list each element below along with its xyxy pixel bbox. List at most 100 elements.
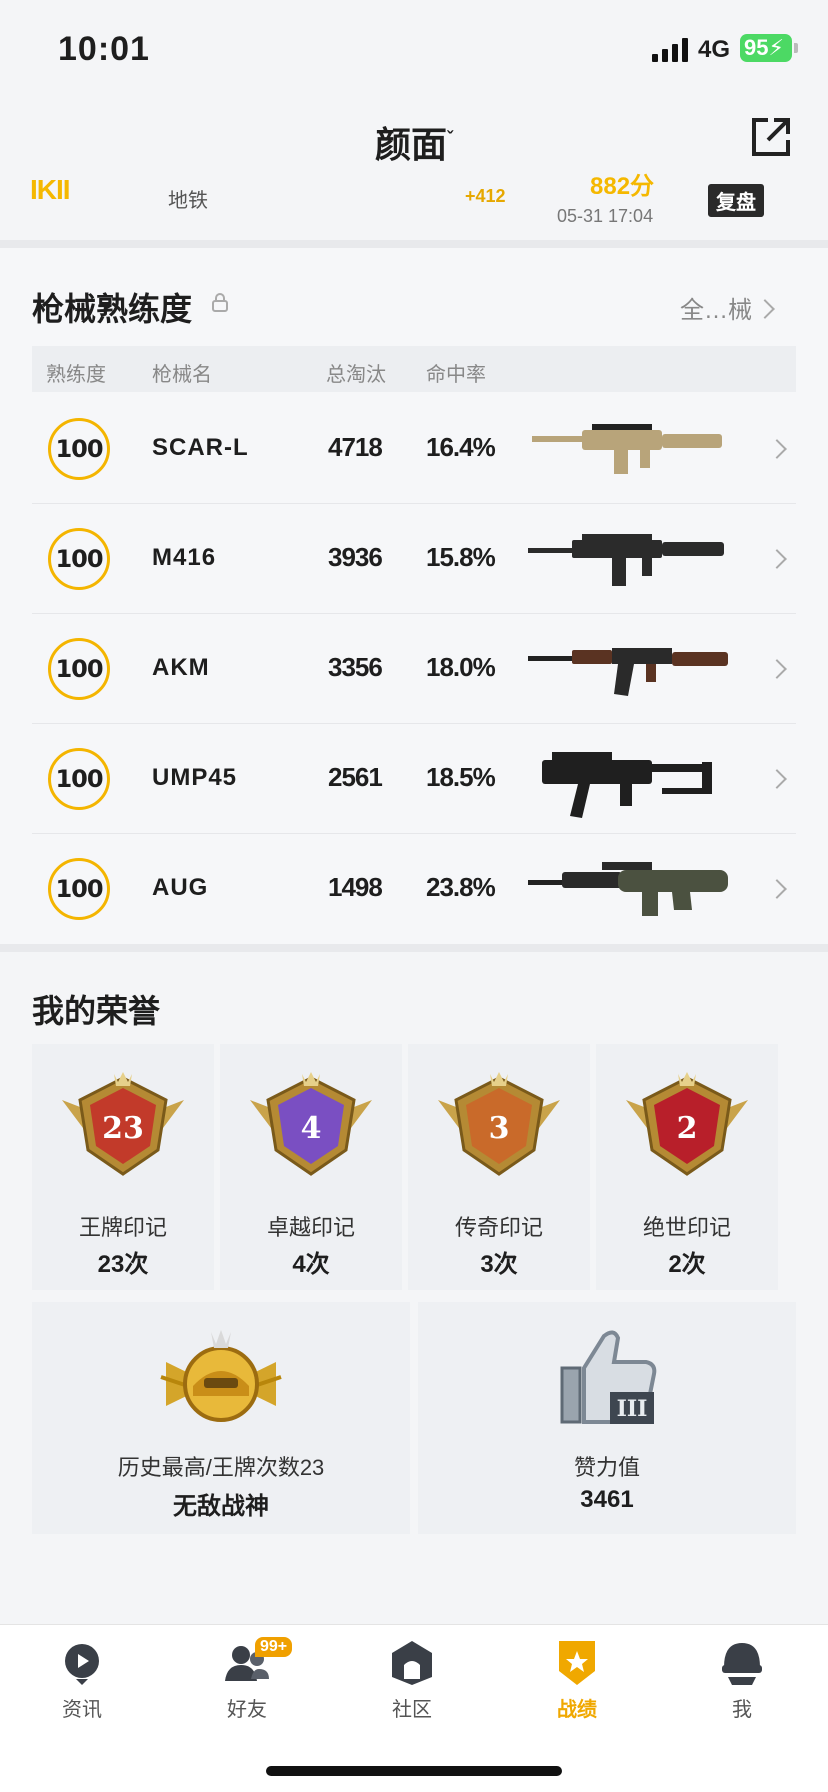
honor-card[interactable]: 2 绝世印记 2次 [596, 1044, 778, 1290]
weapon-accuracy: 15.8% [426, 542, 496, 572]
section-divider [0, 944, 828, 952]
lock-icon [212, 293, 228, 312]
section-title: 我的荣誉 [32, 993, 161, 1029]
honor-label: 王牌印记 [78, 1215, 167, 1240]
col-name: 枪械名 [152, 364, 212, 386]
weapon-image-icon [528, 534, 724, 586]
likes-value: 3461 [580, 1486, 634, 1513]
honor-emblem-icon: 3 [438, 1072, 560, 1176]
mastery-level-badge: 100 [48, 858, 110, 920]
battery-icon: 95⚡ [740, 34, 792, 62]
tab-records[interactable]: 战绩 [517, 1639, 637, 1729]
honor-card[interactable]: 3 传奇印记 3次 [408, 1044, 590, 1290]
weapon-accuracy: 23.8% [426, 872, 496, 902]
tab-community[interactable]: 社区 [352, 1639, 472, 1729]
match-map: 地铁 [168, 190, 208, 212]
best-record-value: 无敌战神 [173, 1493, 269, 1520]
chevron-right-icon[interactable] [767, 439, 787, 459]
weapon-name: AKM [152, 654, 210, 681]
chevron-right-icon[interactable] [755, 299, 775, 319]
weapon-list: 100 SCAR-L 4718 16.4% 100 M416 3936 15.8% 100 AKM… [0, 394, 828, 944]
honor-emblem-number: 23 [102, 1111, 144, 1146]
weapon-kills: 2561 [328, 762, 383, 792]
weapon-name: SCAR-L [152, 434, 249, 461]
best-record-card[interactable]: 历史最高/王牌次数23 无敌战神 [32, 1302, 410, 1534]
tab-friends[interactable]: 99+ 好友 [187, 1637, 307, 1729]
weapon-kills: 4718 [328, 432, 383, 462]
honor-label: 传奇印记 [454, 1215, 543, 1240]
chevron-right-icon[interactable] [767, 879, 787, 899]
honor-emblem-icon: 2 [626, 1072, 748, 1176]
tab-news[interactable]: 资讯 [22, 1639, 142, 1729]
weapon-row[interactable]: 100 SCAR-L 4718 16.4% [32, 394, 796, 504]
battery-level: 95 [744, 35, 769, 60]
weapon-row[interactable]: 100 UMP45 2561 18.5% [32, 724, 796, 834]
friends-badge: 99+ [255, 1637, 293, 1657]
honor-count: 23次 [97, 1251, 149, 1278]
weapon-row[interactable]: 100 AKM 3356 18.0% [32, 614, 796, 724]
all-weapons-link[interactable]: 全…械 [680, 290, 752, 325]
ace-helmet-emblem-icon [160, 1330, 282, 1422]
tab-label: 资讯 [62, 1699, 102, 1721]
chevron-right-icon[interactable] [767, 659, 787, 679]
news-icon [65, 1644, 99, 1685]
recent-match-row[interactable]: IKII 地铁 +412 882分 05-31 17:04 复盘 [0, 170, 828, 240]
replay-button[interactable]: 复盘 [708, 184, 764, 217]
weapon-accuracy: 16.4% [426, 432, 496, 462]
record-icon [559, 1641, 595, 1685]
match-score-delta: +412 [465, 186, 506, 206]
col-accuracy: 命中率 [426, 364, 486, 386]
honor-label: 绝世印记 [642, 1215, 731, 1240]
home-indicator [266, 1766, 562, 1776]
weapon-image-icon [532, 424, 722, 474]
honor-card[interactable]: 23 王牌印记 23次 [32, 1044, 214, 1290]
honor-emblem-number: 4 [301, 1111, 322, 1146]
weapon-name: M416 [152, 544, 217, 571]
honor-count: 3次 [480, 1251, 518, 1278]
tab-profile[interactable]: 我 [682, 1639, 802, 1729]
honor-emblem-number: 3 [489, 1111, 510, 1146]
honor-card[interactable]: 4 卓越印记 4次 [220, 1044, 402, 1290]
status-bar: 10:01 4G 95⚡ [0, 0, 828, 96]
match-rating: 882分 [590, 173, 655, 200]
likes-label: 赞力值 [573, 1455, 640, 1480]
weapon-row[interactable]: 100 M416 3936 15.8% [32, 504, 796, 614]
tab-label: 社区 [392, 1699, 432, 1721]
share-external-icon[interactable] [748, 114, 794, 160]
honor-label: 卓越印记 [266, 1215, 355, 1240]
weapon-accuracy: 18.0% [426, 652, 496, 682]
honor-emblem-number: 2 [677, 1111, 698, 1146]
thumbs-up-icon: III [560, 1330, 657, 1424]
likes-card[interactable]: III 赞力值 3461 [418, 1302, 796, 1534]
weapon-name: AUG [152, 874, 209, 901]
weapon-kills: 3356 [328, 652, 383, 682]
honor-count: 2次 [668, 1251, 706, 1278]
page-title: 颜面ˇ [374, 124, 453, 165]
tab-label: 战绩 [557, 1699, 597, 1721]
match-datetime: 05-31 17:04 [557, 206, 654, 226]
weapon-row[interactable]: 100 AUG 1498 23.8% [32, 834, 796, 944]
mastery-level-badge: 100 [48, 418, 110, 480]
signal-icon [652, 38, 688, 62]
weapon-image-icon [528, 648, 728, 696]
status-time: 10:01 [58, 30, 150, 68]
top-header: 颜面ˇ [0, 96, 828, 176]
weapon-kills: 1498 [328, 872, 383, 902]
tab-label: 好友 [227, 1699, 267, 1721]
chevron-right-icon[interactable] [767, 549, 787, 569]
mastery-level-badge: 100 [48, 748, 110, 810]
tab-label: 我 [732, 1699, 752, 1721]
col-mastery: 熟练度 [46, 364, 106, 386]
chevron-right-icon[interactable] [767, 769, 787, 789]
profile-icon [722, 1643, 762, 1685]
match-rank: IKII [30, 174, 71, 205]
mastery-level-badge: 100 [48, 638, 110, 700]
battery-cap [794, 43, 798, 53]
weapon-name: UMP45 [152, 764, 238, 791]
weapon-mastery-section: 枪械熟练度 全…械 熟练度 枪械名 总淘汰 命中率 100 SCAR-L 4718 1… [0, 248, 828, 944]
svg-text:III: III [617, 1396, 648, 1422]
community-icon [392, 1641, 432, 1685]
weapon-kills: 3936 [328, 542, 383, 572]
table-header: 熟练度 枪械名 总淘汰 命中率 [32, 346, 796, 392]
honor-emblem-icon: 4 [250, 1072, 372, 1176]
